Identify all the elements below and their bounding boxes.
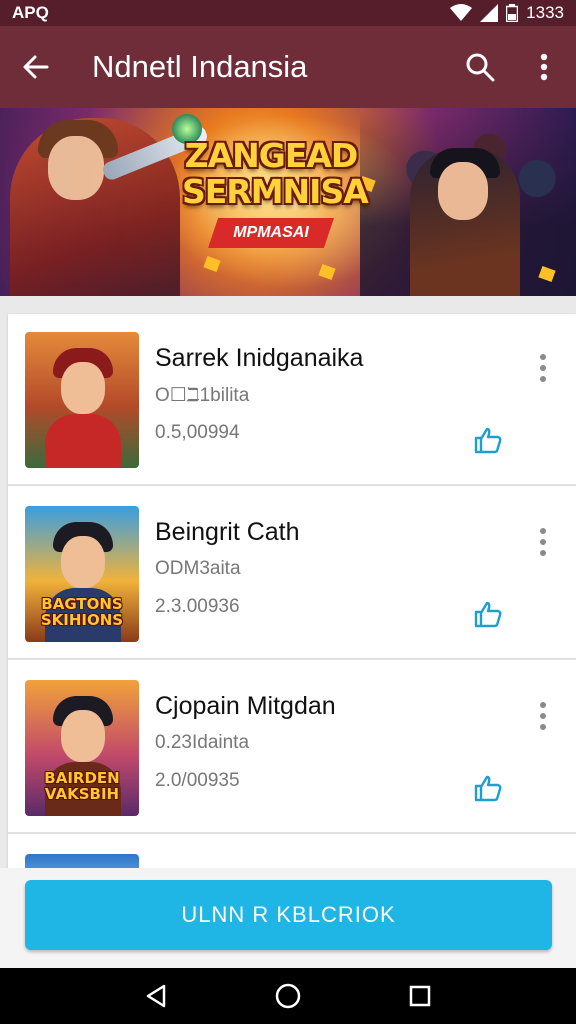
status-icons: 1333 <box>450 3 564 23</box>
banner-title-line2: SERMNISA <box>182 172 369 211</box>
banner-title-line1: ZANGEAD <box>184 136 359 175</box>
search-icon <box>466 53 495 82</box>
back-arrow-icon <box>23 55 49 79</box>
back-triangle-icon <box>146 984 166 1008</box>
search-button[interactable] <box>448 26 512 108</box>
item-more-button[interactable] <box>530 698 556 734</box>
item-subtitle: O☐ℶ1bilita <box>155 385 250 406</box>
overflow-menu-button[interactable] <box>512 26 576 108</box>
cta-area: ULNN R KBLCRIOK <box>0 868 576 968</box>
list-item[interactable]: BAGTONS SKIHIONS Beingrit Cath ODM3aita … <box>8 488 576 660</box>
item-like-button[interactable] <box>470 770 506 806</box>
banner-hero-right <box>410 148 520 296</box>
signal-icon <box>480 4 499 22</box>
item-size: 2.0/00935 <box>155 770 240 791</box>
app-bar: Ndnetl Indansia <box>0 26 576 108</box>
more-vertical-icon <box>540 528 546 556</box>
list-item[interactable]: Sarrek Inidganaika O☐ℶ1bilita 0.5,00994 <box>8 314 576 486</box>
item-title: Sarrek Inidganaika <box>155 344 364 372</box>
game-thumbnail <box>25 332 139 468</box>
wifi-icon <box>450 4 473 21</box>
game-list: Sarrek Inidganaika O☐ℶ1bilita 0.5,00994 … <box>8 314 576 874</box>
item-subtitle: ODM3aita <box>155 558 241 579</box>
more-vertical-icon <box>540 702 546 730</box>
thumbnail-caption: BAIRDEN VAKSBIH <box>44 769 120 803</box>
more-vertical-icon <box>540 53 548 81</box>
thumbs-up-icon <box>474 601 502 628</box>
item-subtitle: 0.23Idainta <box>155 732 250 753</box>
item-size: 0.5,00994 <box>155 422 240 443</box>
recents-square-icon <box>409 985 431 1007</box>
banner-title: ZANGEAD SERMNISA <box>182 136 369 211</box>
thumbnail-caption: BAGTONS SKIHIONS <box>40 595 124 629</box>
item-size: 2.3.00936 <box>155 596 240 617</box>
more-vertical-icon <box>540 354 546 382</box>
app-title: Ndnetl Indansia <box>92 49 308 84</box>
item-more-button[interactable] <box>530 524 556 560</box>
primary-action-button[interactable]: ULNN R KBLCRIOK <box>25 880 552 950</box>
thumbs-up-icon <box>474 775 502 802</box>
system-nav-bar <box>0 968 576 1024</box>
nav-home-button[interactable] <box>258 968 318 1024</box>
item-title: Beingrit Cath <box>155 518 300 546</box>
game-thumbnail: BAIRDEN VAKSBIH <box>25 680 139 816</box>
list-item[interactable]: BAIRDEN VAKSBIH Cjopain Mitgdan 0.23Idai… <box>8 662 576 834</box>
game-thumbnail: BAGTONS SKIHIONS <box>25 506 139 642</box>
battery-icon <box>506 4 519 22</box>
item-more-button[interactable] <box>530 350 556 386</box>
home-circle-icon <box>275 983 301 1009</box>
item-title: Cjopain Mitgdan <box>155 692 336 720</box>
nav-back-button[interactable] <box>126 968 186 1024</box>
promo-banner[interactable]: ZANGEAD SERMNISA MPMASAI <box>0 108 576 296</box>
thumbs-up-icon <box>474 427 502 454</box>
item-like-button[interactable] <box>470 422 506 458</box>
status-carrier-text: APQ <box>12 3 49 22</box>
status-bar: APQ 1333 <box>0 0 576 26</box>
status-time: 1333 <box>526 3 564 22</box>
item-like-button[interactable] <box>470 596 506 632</box>
back-button[interactable] <box>0 26 72 108</box>
banner-ribbon: MPMASAI <box>208 218 334 248</box>
nav-recents-button[interactable] <box>390 968 450 1024</box>
